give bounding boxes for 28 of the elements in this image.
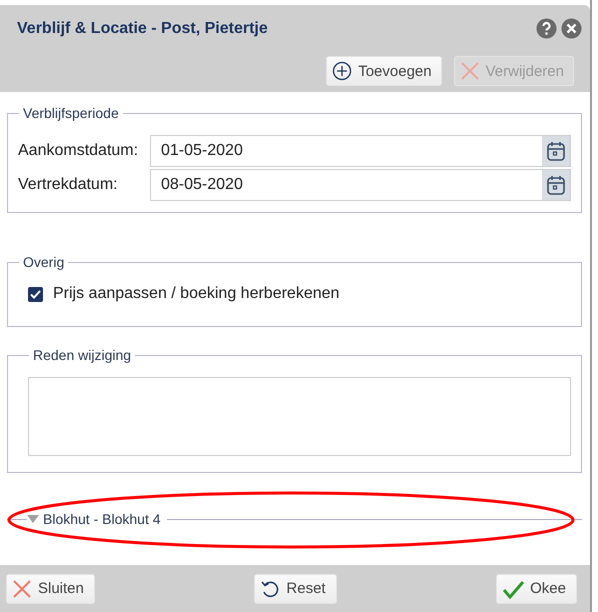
field-label: Vertrekdatum:	[18, 176, 119, 194]
checkbox[interactable]	[28, 286, 43, 302]
fieldset-legend: Overig	[19, 254, 68, 270]
help-icon[interactable]	[536, 18, 557, 39]
reset-button[interactable]: Reset	[254, 574, 337, 604]
checkbox-label: Prijs aanpassen / boeking herberekenen	[53, 285, 340, 303]
close-button[interactable]: Sluiten	[6, 574, 95, 604]
triangle-icon[interactable]	[27, 515, 39, 523]
calendar-icon	[546, 140, 566, 162]
ok-button[interactable]: Okee	[496, 574, 577, 604]
check-icon	[502, 578, 524, 598]
cross-icon	[460, 61, 480, 81]
close-icon[interactable]	[561, 18, 582, 39]
undo-icon	[260, 578, 280, 598]
date-field[interactable]: 01-05-2020	[150, 135, 571, 167]
date-field[interactable]: 08-05-2020	[150, 169, 571, 201]
calendar-icon	[546, 174, 566, 196]
cross-icon	[12, 578, 32, 598]
fieldset-legend: Reden wijziging	[29, 347, 136, 363]
plus-circle-icon	[332, 61, 352, 81]
window-title: Verblijf & Locatie - Post, Pietertje	[17, 20, 268, 38]
field-label: Aankomstdatum:	[18, 142, 140, 160]
calendar-button[interactable]	[542, 170, 570, 200]
fieldset-legend: Verblijfsperiode	[19, 105, 123, 121]
add-button[interactable]: Toevoegen	[326, 56, 442, 86]
group-header[interactable]: Blokhut - Blokhut 4	[39, 511, 167, 527]
calendar-button[interactable]	[542, 136, 570, 166]
reason-field[interactable]	[28, 377, 571, 456]
